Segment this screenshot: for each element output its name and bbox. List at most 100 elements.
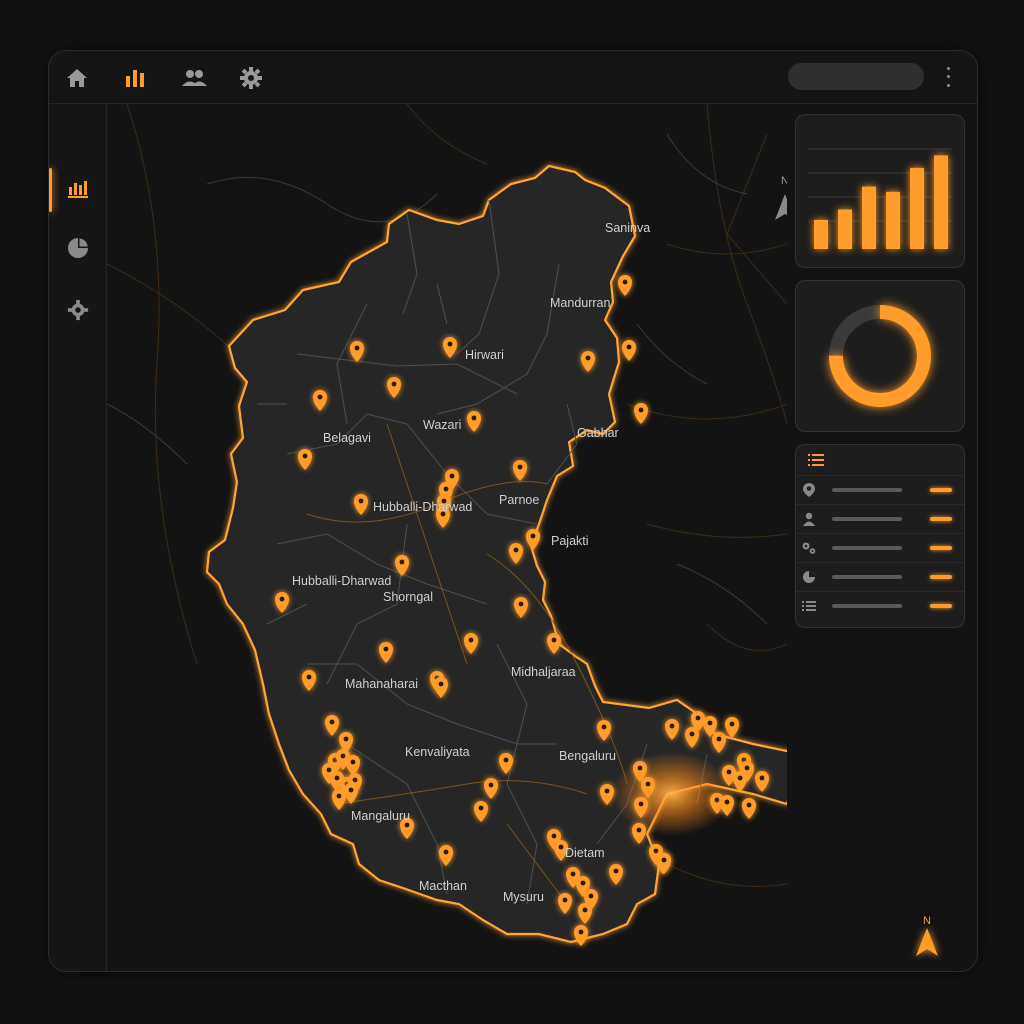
north-arrow: N	[775, 175, 787, 220]
map-pin-dot	[714, 797, 720, 803]
city-label: Saninva	[605, 221, 650, 235]
map-canvas: Saninva Mandurran Hirwari Belagavi Wazar…	[107, 104, 787, 946]
map-pin-icon[interactable]	[618, 275, 632, 296]
user-icon	[796, 512, 822, 526]
map-pin-dot	[391, 381, 397, 387]
city-label: Mangaluru	[351, 809, 410, 823]
north-arrow-bottom: N	[916, 915, 938, 956]
city-label: Mysuru	[503, 890, 544, 904]
legend-row[interactable]	[796, 504, 964, 533]
sidebar-item-settings[interactable]	[49, 290, 106, 334]
map-pin-dot	[551, 637, 557, 643]
city-label: Hubballi-Dharwad	[292, 574, 391, 588]
map-pin-icon[interactable]	[622, 340, 636, 361]
map-pin-dot	[449, 473, 455, 479]
city-label: Macthan	[419, 879, 467, 893]
map-pin-dot	[503, 757, 509, 763]
analytics-icon	[66, 177, 90, 204]
map-pin-dot	[404, 822, 410, 828]
map-pin-icon[interactable]	[574, 925, 588, 946]
map-pin-dot	[352, 777, 358, 783]
map-pin-dot	[729, 721, 735, 727]
legend-widget[interactable]	[795, 444, 965, 628]
city-label: Gabhar	[577, 426, 619, 440]
map-pin-dot	[438, 681, 444, 687]
city-label: Parnoe	[499, 493, 539, 507]
map-pin-dot	[302, 453, 308, 459]
legend-row[interactable]	[796, 475, 964, 504]
sidebar-item-analytics[interactable]	[49, 168, 106, 212]
map-pin-dot	[622, 279, 628, 285]
bar	[886, 191, 900, 249]
city-label: Mahanaharai	[345, 677, 418, 691]
bar-chart-icon[interactable]	[120, 63, 150, 93]
map-pin-dot	[636, 827, 642, 833]
map-pin-dot	[653, 848, 659, 854]
gear-icon[interactable]	[236, 63, 266, 93]
map-pin-dot	[601, 724, 607, 730]
map-pin-dot	[513, 547, 519, 553]
home-icon[interactable]	[62, 63, 92, 93]
map-pin-dot	[737, 775, 743, 781]
bar	[862, 186, 876, 249]
map-pin-dot	[726, 769, 732, 775]
pie-chart-icon	[796, 570, 822, 584]
map-pin-icon[interactable]	[634, 403, 648, 424]
search-bar[interactable]	[788, 63, 924, 90]
map-pin-dot	[447, 341, 453, 347]
map-pin-dot	[334, 775, 340, 781]
map-pin-dot	[637, 765, 643, 771]
map-pin-dot	[399, 559, 405, 565]
map-pin-dot	[570, 871, 576, 877]
city-label: Shorngal	[383, 590, 433, 604]
map-pin-dot	[478, 805, 484, 811]
map-pin-dot	[585, 355, 591, 361]
map-pin-dot	[562, 897, 568, 903]
map-pin-dot	[471, 415, 477, 421]
map-pin-dot	[326, 767, 332, 773]
map-pin-dot	[358, 498, 364, 504]
map-pin-icon[interactable]	[725, 717, 739, 738]
city-label: Wazari	[423, 418, 461, 432]
map-pin-dot	[669, 723, 675, 729]
legend-row[interactable]	[796, 533, 964, 562]
map-pin-dot	[638, 801, 644, 807]
map-pin-dot	[354, 345, 360, 351]
city-label: Dietam	[565, 846, 605, 860]
map-pin-dot	[279, 596, 285, 602]
map-pin-dot	[350, 759, 356, 765]
legend-row[interactable]	[796, 591, 964, 620]
bar	[934, 155, 948, 249]
users-icon[interactable]	[179, 63, 209, 93]
map-pin-icon[interactable]	[742, 798, 756, 819]
map-pin-dot	[340, 753, 346, 759]
map-pin-dot	[488, 782, 494, 788]
map-pin-dot	[638, 407, 644, 413]
legend-row[interactable]	[796, 562, 964, 591]
city-label: Kenvaliyata	[405, 745, 470, 759]
list-icon	[808, 453, 824, 472]
map-pin-dot	[468, 637, 474, 643]
map-pin-dot	[336, 793, 342, 799]
donut-chart-widget[interactable]	[795, 280, 965, 432]
map-pin-dot	[716, 736, 722, 742]
map-pin-dot	[551, 833, 557, 839]
map-pin-dot	[578, 929, 584, 935]
sidebar-item-pie[interactable]	[49, 228, 106, 272]
map-pin-dot	[582, 907, 588, 913]
more-options-icon[interactable]	[937, 64, 959, 90]
bar-chart	[808, 148, 952, 249]
map-pin-dot	[558, 844, 564, 850]
list-icon	[796, 600, 822, 612]
map-view[interactable]: Saninva Mandurran Hirwari Belagavi Wazar…	[107, 104, 787, 971]
svg-text:N: N	[923, 915, 931, 927]
map-pin-dot	[645, 781, 651, 787]
city-label: Bengaluru	[559, 749, 616, 763]
bar-chart-widget[interactable]	[795, 114, 965, 268]
city-label: Mandurran	[550, 296, 610, 310]
map-pin-dot	[530, 533, 536, 539]
map-pin-dot	[306, 674, 312, 680]
map-pin-dot	[588, 893, 594, 899]
pie-chart-icon	[66, 236, 90, 265]
map-pin-dot	[443, 486, 449, 492]
